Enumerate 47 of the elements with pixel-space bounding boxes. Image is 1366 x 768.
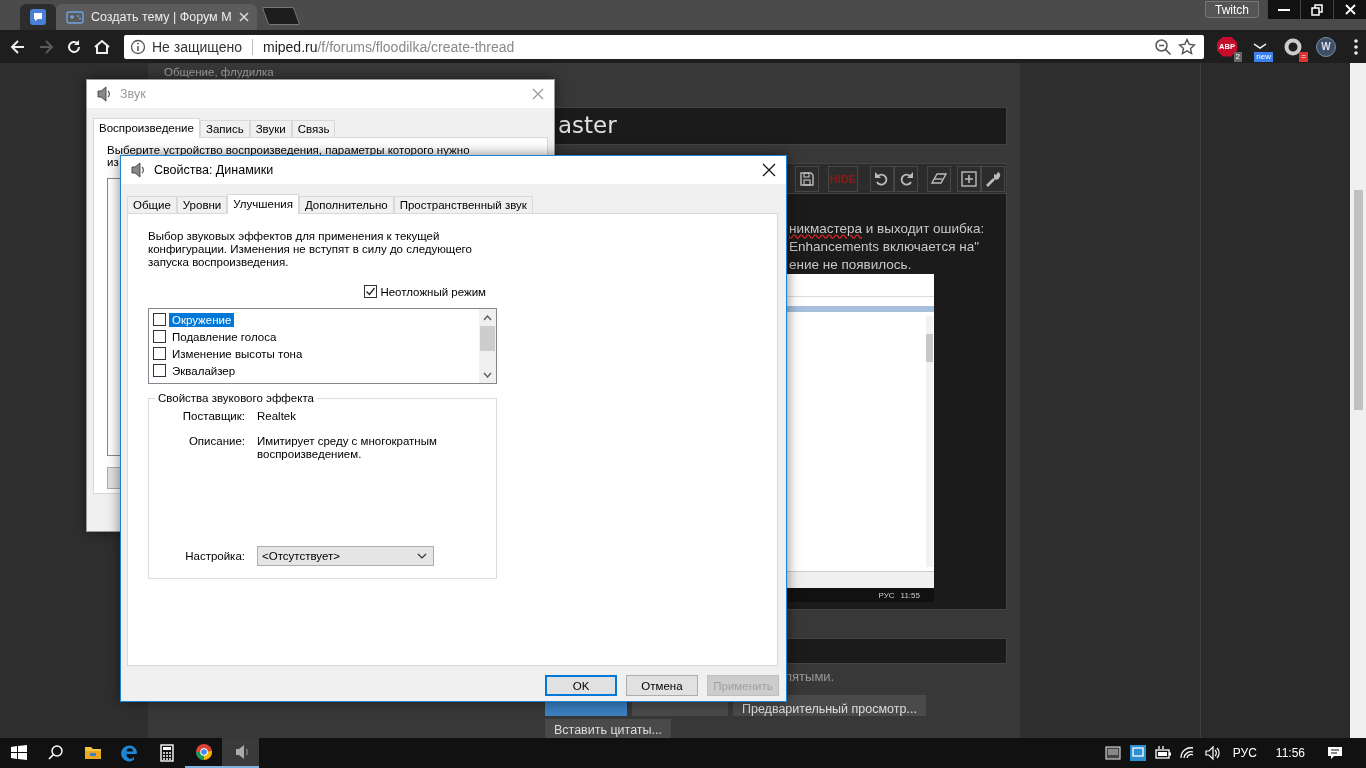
dialog-button[interactable]: Отмена	[626, 675, 698, 696]
text-line: никмастера и выходит ошибка:	[789, 220, 986, 238]
extension-button[interactable]: new	[1247, 33, 1273, 60]
field-label: Описание:	[187, 435, 245, 449]
prompt-text: Выберите устройство воспроизведения, параметры которого нужно	[107, 144, 471, 156]
tab[interactable]: Связь	[291, 120, 336, 137]
field-label: Настройка:	[184, 550, 245, 562]
clock-text[interactable]: 11:56	[1275, 746, 1305, 760]
tray-text: РУС	[878, 590, 895, 600]
tab[interactable]: Дополнительно	[298, 196, 394, 213]
description-text: Выбор звуковых эффектов для применения к текущей конфигурации. Изменения не вступят в силу до следующего запуска воспроизведения.	[148, 230, 473, 269]
count-badge: =	[1299, 51, 1308, 62]
form-button[interactable]: Вставить цитаты...	[545, 719, 671, 738]
tab[interactable]: Воспроизведение	[93, 118, 200, 138]
tab[interactable]: Пространственный звук	[393, 196, 533, 213]
list-item[interactable]: Изменение высоты тона	[169, 346, 306, 361]
field-value: Имитирует среду с многократным воспроизведением.	[257, 435, 438, 461]
language-indicator[interactable]: РУС	[1232, 746, 1257, 760]
text-line: ение не появилось.	[789, 256, 913, 274]
list-item[interactable]: Подавление голоса	[169, 329, 280, 344]
tab[interactable]: Улучшения	[227, 194, 299, 214]
checkbox-label[interactable]: Неотложный режим	[380, 285, 486, 298]
count-badge: 2	[1233, 51, 1242, 62]
dialog-button[interactable]: OK	[545, 675, 617, 696]
count-badge: new	[1254, 51, 1273, 62]
tab[interactable]: Запись	[199, 120, 250, 137]
field-label: Поставщик:	[181, 410, 245, 423]
field-value: Realtek	[257, 410, 297, 423]
browser-tab[interactable]: Создать тему | Форум M	[56, 4, 257, 30]
preset-dropdown[interactable]: <Отсутствует>	[257, 546, 434, 566]
security-label: Не защищено	[152, 38, 242, 55]
list-item[interactable]: Эквалайзер	[169, 363, 239, 378]
list-item[interactable]: Окружение	[169, 312, 235, 327]
text-line: Enhancements включается на"	[789, 238, 980, 256]
url-text: miped.ru/f/forums/floodilka/create-thread	[263, 38, 515, 55]
window-title: Звук	[120, 87, 146, 101]
tab[interactable]: Звуки	[249, 120, 292, 137]
window-title: Свойства: Динамики	[154, 163, 274, 177]
tab[interactable]: Уровни	[176, 196, 228, 213]
tray-text: 11:55	[900, 590, 920, 600]
group-title: Свойства звукового эффекта	[157, 392, 315, 404]
address-bar[interactable]: Не защищено miped.ru/f/forums/floodilka/create-thread	[124, 34, 1204, 59]
breadcrumb-link[interactable]: Общение, флудилка	[164, 66, 1007, 79]
extension-button[interactable]: =	[1280, 33, 1306, 60]
profile-button[interactable]: Twitch	[1205, 1, 1259, 18]
tab[interactable]: Общие	[127, 196, 177, 213]
prompt-text: из	[107, 156, 120, 168]
